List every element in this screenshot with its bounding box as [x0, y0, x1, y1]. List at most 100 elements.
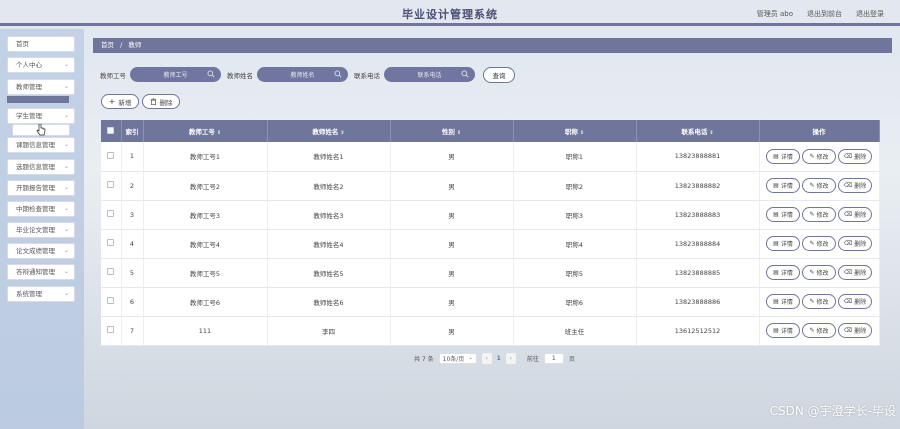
row-checkbox[interactable]	[107, 297, 115, 304]
sidebar-item[interactable]: 系统管理 ⌄	[7, 286, 75, 302]
top-header: 毕业设计管理系统 管理员 abo 退出到前台 退出登录	[0, 0, 900, 26]
current-page[interactable]: 1	[497, 355, 501, 362]
sidebar-item[interactable]: 中期检查管理 ⌄	[7, 201, 75, 217]
table-row[interactable]: 2 教师工号2 教师姓名2 男职称2 13823888882 ▤ 详情 ✎ 修改 ⌫ 删除	[101, 171, 880, 201]
cell-gender: 男	[390, 258, 514, 288]
sort-icon[interactable]: ⇕	[457, 130, 461, 136]
sort-icon[interactable]: ⇕	[709, 130, 713, 136]
sidebar-item[interactable]: 开题报告管理 ⌄	[7, 180, 75, 196]
sidebar-item[interactable]: 选题信息管理 ⌄	[7, 159, 75, 175]
row-select-cell[interactable]	[101, 258, 122, 288]
col-job-no[interactable]: 教师工号 ⇕	[143, 120, 268, 142]
delete-button[interactable]: ⌫ 删除	[838, 236, 872, 251]
batch-delete-button[interactable]: 删除	[142, 94, 180, 109]
edit-button[interactable]: ✎ 修改	[802, 323, 836, 338]
detail-button[interactable]: ▤ 详情	[766, 294, 800, 309]
detail-button[interactable]: ▤ 详情	[766, 323, 800, 338]
edit-button[interactable]: ✎ 修改	[802, 148, 836, 164]
sidebar-item[interactable]: 个人中心 ⌄	[7, 57, 75, 73]
goto-page-input[interactable]: 1	[543, 352, 564, 364]
sort-icon[interactable]: ⇕	[217, 130, 221, 136]
col-phone[interactable]: 联系电话 ⇕	[636, 120, 760, 142]
sort-icon[interactable]: ⇕	[580, 130, 584, 136]
pencil-icon: ✎	[809, 211, 815, 218]
delete-button[interactable]: ⌫ 删除	[838, 265, 872, 280]
add-button[interactable]: + 新增	[101, 94, 139, 109]
table-row[interactable]: 3 教师工号3 教师姓名3 男职称3 13823888883 ▤ 详情 ✎ 修改 ⌫ 删除	[101, 200, 880, 230]
edit-button-label: 修改	[816, 241, 829, 248]
sidebar-item[interactable]: 毕业论文管理 ⌄	[7, 222, 75, 238]
next-page-button[interactable]: ›	[505, 352, 516, 364]
teacher-name-input[interactable]: 教师姓名	[257, 67, 348, 82]
logout-link[interactable]: 退出登录	[856, 9, 884, 19]
sidebar-item[interactable]: 学生管理 ⌄	[7, 108, 75, 124]
delete-button[interactable]: ⌫ 删除	[838, 178, 872, 193]
front-page-link[interactable]: 退出到前台	[807, 9, 842, 19]
row-select-cell[interactable]	[101, 171, 122, 201]
row-select-cell[interactable]	[101, 229, 122, 259]
table-row[interactable]: 4 教师工号4 教师姓名4 男职称4 13823888884 ▤ 详情 ✎ 修改 ⌫ 删除	[101, 229, 880, 259]
row-checkbox[interactable]	[107, 239, 115, 246]
detail-button[interactable]: ▤ 详情	[766, 265, 800, 280]
detail-button[interactable]: ▤ 详情	[766, 148, 800, 164]
delete-button[interactable]: ⌫ 删除	[838, 148, 872, 164]
doc-icon: ▤	[773, 240, 779, 247]
chevron-down-icon: ⌄	[63, 290, 69, 297]
sidebar-item[interactable]: 答辩通知管理 ⌄	[7, 264, 75, 280]
pencil-icon: ✎	[809, 240, 815, 247]
cell-actions: ▤ 详情 ✎ 修改 ⌫ 删除	[759, 258, 880, 288]
row-select-cell[interactable]	[101, 142, 122, 172]
col-gender[interactable]: 性别 ⇕	[390, 120, 514, 142]
col-title[interactable]: 职称 ⇕	[513, 120, 637, 142]
edit-button[interactable]: ✎ 修改	[802, 294, 836, 309]
sidebar-item-label: 首页	[16, 40, 29, 48]
table-row[interactable]: 5 教师工号5 教师姓名5 男职称5 13823888885 ▤ 详情 ✎ 修改 ⌫ 删除	[101, 258, 880, 288]
sidebar-item[interactable]: 论文成绩管理 ⌄	[7, 243, 75, 259]
table-row[interactable]: 7 111 李四男班主任 13612512512 ▤ 详情 ✎ 修改 ⌫ 删除	[101, 316, 880, 346]
delete-button[interactable]: ⌫ 删除	[838, 294, 872, 309]
delete-button[interactable]: ⌫ 删除	[838, 323, 872, 338]
row-checkbox[interactable]	[107, 210, 115, 217]
goto-label: 前往	[526, 355, 539, 363]
row-checkbox[interactable]	[107, 268, 115, 275]
prev-page-button[interactable]: ‹	[481, 352, 492, 364]
chevron-down-icon: ⌄	[63, 112, 69, 119]
sidebar-item-label: 个人中心	[16, 61, 42, 69]
select-all-cell[interactable]	[101, 120, 122, 142]
query-button[interactable]: 查询	[483, 66, 515, 83]
detail-button-label: 详情	[780, 153, 793, 161]
add-button-label: 新增	[118, 98, 132, 107]
sidebar-subitem-active[interactable]	[7, 96, 69, 103]
delete-button[interactable]: ⌫ 删除	[838, 207, 872, 222]
table-row[interactable]: 1 教师工号1 教师姓名1 男职称1 13823888881 ▤ 详情 ✎ 修改 ⌫ 删除	[101, 142, 880, 172]
row-checkbox[interactable]	[107, 326, 115, 333]
breadcrumb-home[interactable]: 首页	[101, 41, 114, 49]
cell-job-no: 教师工号4	[143, 229, 268, 259]
sidebar-item[interactable]: 首页	[7, 36, 75, 52]
col-name[interactable]: 教师姓名 ⇕	[267, 120, 391, 142]
page-size-select[interactable]: 10条/页 ⌄	[438, 352, 477, 364]
detail-button[interactable]: ▤ 详情	[766, 236, 800, 251]
edit-button[interactable]: ✎ 修改	[802, 178, 836, 193]
chevron-down-icon: ⌄	[63, 163, 69, 170]
row-select-cell[interactable]	[101, 316, 122, 346]
detail-button[interactable]: ▤ 详情	[766, 178, 800, 193]
teacher-no-input[interactable]: 教师工号	[130, 67, 221, 82]
sidebar-item[interactable]: 课题信息管理 ⌄	[7, 137, 75, 153]
edit-button[interactable]: ✎ 修改	[802, 265, 836, 280]
breadcrumb-separator: /	[120, 41, 123, 49]
phone-input[interactable]: 联系电话	[384, 67, 475, 82]
row-select-cell[interactable]	[101, 200, 122, 230]
select-all-checkbox[interactable]	[107, 126, 115, 134]
row-select-cell[interactable]	[101, 287, 122, 317]
cell-title: 职称3	[513, 200, 637, 230]
chevron-down-icon: ⌄	[63, 83, 69, 90]
sort-icon[interactable]: ⇕	[340, 130, 344, 136]
table-row[interactable]: 6 教师工号6 教师姓名6 男职称6 13823888886 ▤ 详情 ✎ 修改 ⌫ 删除	[101, 287, 880, 317]
edit-button[interactable]: ✎ 修改	[802, 236, 836, 251]
edit-button[interactable]: ✎ 修改	[802, 207, 836, 222]
row-checkbox[interactable]	[107, 151, 115, 159]
row-checkbox[interactable]	[107, 181, 115, 188]
sidebar-item[interactable]: 教师管理 ⌄	[7, 79, 75, 95]
detail-button[interactable]: ▤ 详情	[766, 207, 800, 222]
